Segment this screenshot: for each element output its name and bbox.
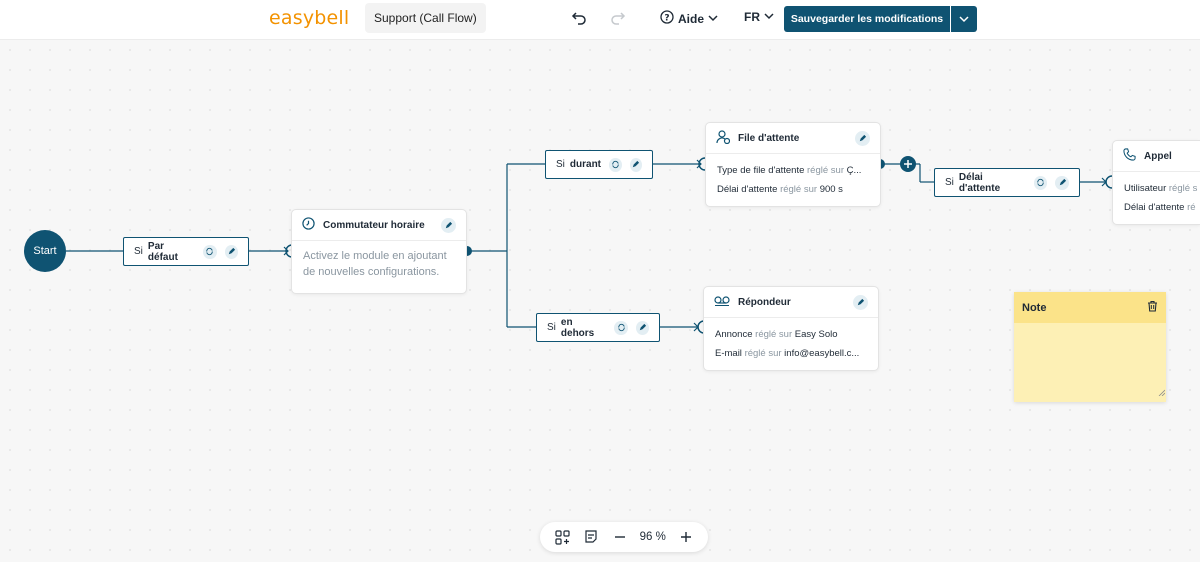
condition-default[interactable]: Si Par défaut [123,237,249,266]
condition-prefix: Si [134,246,143,257]
pencil-icon[interactable] [1055,175,1070,190]
pencil-icon[interactable] [853,295,868,310]
setting-row: Annonce réglé sur Easy Solo [715,329,838,340]
pencil-icon[interactable] [441,218,456,233]
pencil-icon[interactable] [629,157,642,172]
condition-prefix: Si [945,177,954,188]
add-note-icon[interactable] [582,528,600,546]
note-title: Note [1022,301,1047,314]
sync-icon[interactable] [614,320,628,335]
zoom-in-icon[interactable] [677,528,695,546]
clock-icon [302,217,315,233]
time-switch-card[interactable]: Commutateur horaire Activez le module en… [291,209,467,294]
flow-connectors [66,156,1113,334]
card-body: Utilisateur réglé s Délai d'attente ré [1113,172,1200,224]
condition-outside[interactable]: Si en dehors [536,313,660,342]
condition-prefix: Si [556,159,565,170]
add-module-icon[interactable] [553,528,571,546]
sticky-note[interactable]: Note [1014,292,1166,402]
card-title: Répondeur [738,296,791,308]
condition-timeout[interactable]: Si Délai d'attente [934,168,1080,197]
card-title: Commutateur horaire [323,219,425,231]
sync-icon[interactable] [1033,175,1048,190]
card-hint: Activez le module en ajoutant de nouvell… [303,250,447,278]
queue-user-icon [716,129,731,147]
setting-row: Utilisateur réglé s [1124,183,1198,194]
card-header: File d'attente [706,123,880,154]
condition-label: Par défaut [147,240,178,263]
card-body: Type de file d'attente réglé sur Ç... Dé… [706,154,880,206]
phone-icon [1123,148,1136,164]
setting-row: E-mail réglé sur info@easybell.c... [715,348,860,359]
card-title: File d'attente [738,132,800,144]
card-header: Commutateur horaire [292,210,466,241]
sync-icon[interactable] [203,244,217,259]
setting-row: Délai d'attente ré [1124,202,1196,213]
card-body: Annonce réglé sur Easy Solo E-mail réglé… [704,318,878,370]
card-header: Appel [1113,141,1200,172]
trash-icon[interactable] [1147,300,1158,315]
sync-icon[interactable] [609,157,622,172]
zoom-out-icon[interactable] [611,528,629,546]
add-node-button [900,156,916,172]
voicemail-icon [714,295,730,309]
call-card[interactable]: Appel Utilisateur réglé s Délai d'attent… [1112,140,1200,225]
card-title: Appel [1144,150,1172,162]
note-text-area[interactable] [1014,323,1166,402]
queue-card[interactable]: File d'attente Type de file d'attente ré… [705,122,881,207]
zoom-toolbar: 96 % [540,522,708,552]
start-node[interactable]: Start [24,230,66,272]
condition-prefix: Si [547,322,556,333]
card-header: Répondeur [704,287,878,318]
voicemail-card[interactable]: Répondeur Annonce réglé sur Easy Solo E-… [703,286,879,371]
zoom-level: 96 % [639,531,666,543]
setting-row: Délai d'attente réglé sur 900 s [717,184,843,195]
condition-label: Délai d'attente [958,171,1001,194]
setting-row: Type de file d'attente réglé sur Ç... [717,165,862,176]
pencil-icon[interactable] [855,131,870,146]
resize-handle-icon[interactable] [1158,383,1166,401]
condition-label: durant [569,159,602,170]
condition-label: en dehors [560,316,595,339]
condition-during[interactable]: Si durant [545,150,653,179]
note-header: Note [1014,292,1166,323]
pencil-icon[interactable] [224,244,238,259]
pencil-icon[interactable] [635,320,649,335]
